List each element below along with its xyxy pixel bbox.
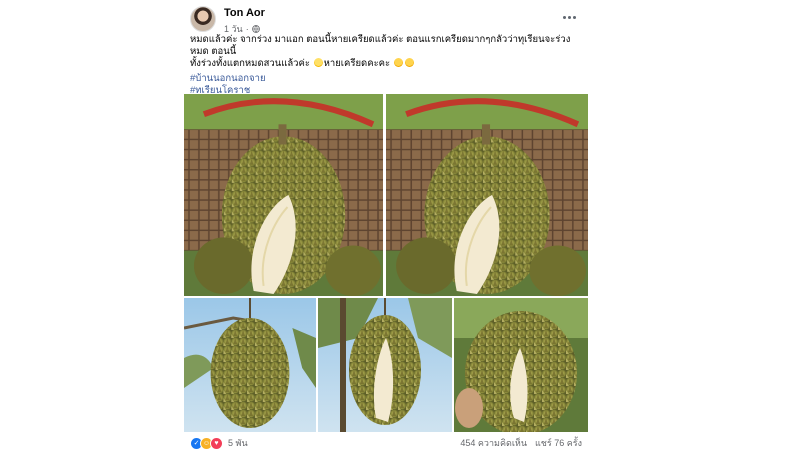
durian-photo-2[interactable] [386, 94, 588, 296]
post-text-line-1: หมดแล้วค่ะ จากร่วง มาแอก ตอนนี้หายเครียด… [190, 34, 571, 57]
post-stats: 454 ความคิดเห็น แชร์ 76 ครั้ง [460, 436, 582, 450]
facebook-post: Ton Aor 1 วัน · หมดแล้วค่ะ จากร่วง มาแอก… [176, 0, 596, 450]
comments-count[interactable]: 454 ความคิดเห็น [460, 436, 527, 450]
grin-emoji-icon [393, 58, 403, 67]
post-footer: ✓ ☺ ♥ 5 พัน 454 ความคิดเห็น แชร์ 76 ครั้… [190, 436, 582, 450]
author-avatar[interactable] [190, 6, 216, 32]
globe-icon [251, 25, 260, 33]
love-reaction-icon: ♥ [210, 436, 223, 450]
more-icon [562, 15, 566, 19]
post-text: หมดแล้วค่ะ จากร่วง มาแอก ตอนนี้หายเครียด… [190, 34, 584, 97]
hashtag-link[interactable]: #บ้านนอกนอกจาย [190, 73, 584, 85]
grin-emoji-icon [404, 58, 414, 67]
durian-photo-4[interactable] [318, 298, 452, 432]
durian-photo-5[interactable] [454, 298, 588, 432]
photo-grid [184, 94, 588, 432]
post-text-line-2: ทั้งร่วงทั้งแตกหมดสวนแล้วค่ะ หายเครียดคะ… [190, 58, 584, 70]
reaction-count: 5 พัน [228, 438, 248, 448]
reactions-summary[interactable]: ✓ ☺ ♥ 5 พัน [190, 436, 248, 450]
author-name[interactable]: Ton Aor [224, 7, 265, 19]
more-options-button[interactable] [558, 8, 580, 26]
rolling-laugh-emoji-icon [313, 58, 323, 67]
durian-photo-3[interactable] [184, 298, 316, 432]
durian-photo-1[interactable] [184, 94, 383, 296]
post-header: Ton Aor 1 วัน · [190, 6, 582, 36]
shares-count[interactable]: แชร์ 76 ครั้ง [535, 436, 582, 450]
